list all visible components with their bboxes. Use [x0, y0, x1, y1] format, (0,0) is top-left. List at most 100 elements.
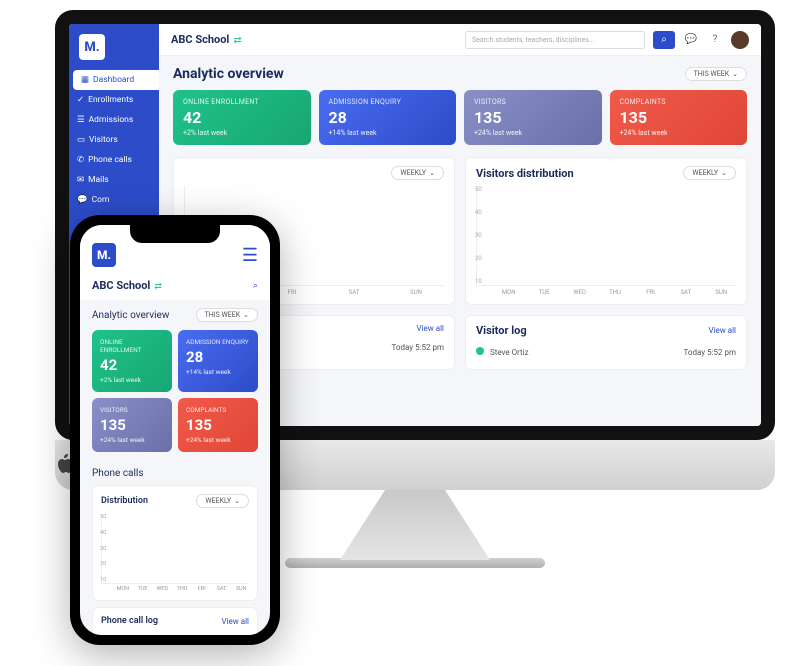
menu-button[interactable]: ☰ — [242, 245, 258, 266]
stat-card[interactable]: ADMISSION ENQUIRY 28 +14% last week — [178, 330, 258, 392]
card-value: 42 — [183, 108, 301, 127]
topbar: ABC School ⇄ Search students, teachers, d… — [159, 24, 761, 56]
chevron-down-icon: ⌄ — [721, 169, 727, 177]
status-dot — [476, 347, 484, 355]
section-title: Phone calls — [92, 468, 258, 479]
sidebar-item-mails[interactable]: ✉ Mails — [69, 170, 159, 190]
school-switcher[interactable]: ABC School ⇄ — [171, 33, 242, 46]
sidebar-item-label: Phone calls — [88, 155, 132, 165]
stat-card[interactable]: VISITORS 135 +24% last week — [92, 398, 172, 452]
x-label: THU — [174, 586, 190, 592]
x-label: SUN — [233, 586, 249, 592]
card-title: VISITORS — [100, 406, 164, 414]
chat-icon: 💬 — [77, 195, 88, 205]
visitor-name: Steve Ortiz — [490, 348, 529, 357]
chat-icon: 💬 — [685, 34, 697, 45]
x-label: SUN — [707, 289, 736, 296]
stat-cards: ONLINE ENROLLMENT 42 +2% last weekADMISS… — [92, 330, 258, 452]
card-sub: +24% last week — [474, 129, 592, 137]
stat-card[interactable]: VISITORS 135 +24% last week — [464, 90, 602, 145]
x-label: WED — [154, 586, 170, 592]
chat-button[interactable]: 💬 — [683, 32, 699, 48]
mail-icon: ✉ — [77, 175, 84, 185]
chevron-down-icon: ⌄ — [243, 311, 249, 319]
log-row[interactable]: Frank Jones Today 5:52 pm — [101, 632, 249, 635]
sidebar-item-com[interactable]: 💬Com — [69, 190, 159, 210]
panel-title: Distribution — [101, 496, 148, 506]
view-all-link[interactable]: View all — [708, 326, 736, 335]
x-label: FRI — [636, 289, 665, 296]
sidebar-item-label: Dashboard — [93, 75, 134, 85]
x-label: TUE — [135, 586, 151, 592]
search-icon: ⌕ — [253, 281, 258, 291]
list-icon: ☰ — [77, 115, 85, 125]
x-label: SAT — [326, 289, 382, 296]
chevron-down-icon: ⌄ — [234, 497, 240, 505]
sidebar-item-admissions[interactable]: ☰ Admissions — [69, 110, 159, 130]
x-label: WED — [565, 289, 594, 296]
sidebar-item-phone-calls[interactable]: ✆Phone calls — [69, 150, 159, 170]
chevron-down-icon: ⌄ — [732, 70, 738, 78]
x-label: MON — [494, 289, 523, 296]
search-input[interactable]: Search students, teachers, disciplines..… — [465, 31, 645, 49]
school-switcher[interactable]: ABC School⇄ — [92, 279, 162, 292]
view-all-link[interactable]: View all — [221, 617, 249, 626]
weekly-filter[interactable]: WEEKLY⌄ — [683, 166, 736, 180]
card-value: 28 — [329, 108, 447, 127]
stat-card[interactable]: COMPLAINTS 135 +24% last week — [178, 398, 258, 452]
stat-card[interactable]: ONLINE ENROLLMENT 42 +2% last week — [173, 90, 311, 145]
card-title: COMPLAINTS — [620, 98, 738, 106]
card-title: COMPLAINTS — [186, 406, 250, 414]
stat-card[interactable]: ONLINE ENROLLMENT 42 +2% last week — [92, 330, 172, 392]
avatar[interactable] — [731, 31, 749, 49]
weekly-filter[interactable]: WEEKLY⌄ — [391, 166, 444, 180]
hamburger-icon: ☰ — [242, 245, 258, 266]
iphone-screen: M. ☰ ABC School⇄ ⌕ Analytic overview THI… — [80, 225, 270, 635]
search-icon: ⌕ — [661, 34, 667, 45]
log-time: Today 5:52 pm — [684, 348, 736, 357]
card-sub: +2% last week — [100, 376, 164, 384]
sidebar-item-enrollments[interactable]: ✓ Enrollments — [69, 90, 159, 110]
help-icon: ? — [713, 34, 718, 45]
card-title: VISITORS — [474, 98, 592, 106]
x-label: FRI — [194, 586, 210, 592]
swap-icon: ⇄ — [233, 35, 241, 46]
search-button[interactable]: ⌕ — [253, 281, 258, 291]
view-all-link[interactable]: View all — [416, 324, 444, 333]
chevron-down-icon: ⌄ — [429, 169, 435, 177]
check-icon: ✓ — [77, 95, 84, 105]
log-row[interactable]: Steve Ortiz Today 5:52 pm — [476, 343, 736, 361]
log-time: Today 5:52 pm — [392, 343, 444, 352]
help-button[interactable]: ? — [707, 32, 723, 48]
id-icon: ▭ — [77, 135, 85, 145]
call-log-panel: Phone call log View all Frank Jones Toda… — [92, 607, 258, 635]
sidebar-item-label: Visitors — [89, 135, 118, 145]
stat-card[interactable]: COMPLAINTS 135 +24% last week — [610, 90, 748, 145]
sidebar-item-label: Admissions — [89, 115, 134, 125]
search-button[interactable]: ⌕ — [653, 31, 675, 49]
card-sub: +14% last week — [186, 368, 250, 376]
sidebar-item-label: Mails — [88, 175, 109, 185]
weekly-filter[interactable]: WEEKLY⌄ — [196, 494, 249, 508]
panel-title: Phone call log — [101, 616, 158, 626]
panel-title: Visitors distribution — [476, 167, 574, 180]
card-sub: +24% last week — [100, 436, 164, 444]
x-label: THU — [600, 289, 629, 296]
x-label: SUN — [388, 289, 444, 296]
stat-card[interactable]: ADMISSION ENQUIRY 28 +14% last week — [319, 90, 457, 145]
card-title: ADMISSION ENQUIRY — [329, 98, 447, 106]
school-name: ABC School — [171, 33, 229, 46]
period-filter[interactable]: THIS WEEK⌄ — [685, 67, 747, 81]
card-title: ONLINE ENROLLMENT — [100, 338, 164, 354]
sidebar-item-dashboard[interactable]: ▦Dashboard — [73, 70, 159, 90]
x-label: MON — [115, 586, 131, 592]
app-logo[interactable]: M. — [92, 243, 116, 267]
card-value: 28 — [186, 348, 250, 366]
card-value: 135 — [100, 416, 164, 434]
sidebar-item-visitors[interactable]: ▭ Visitors — [69, 130, 159, 150]
app-logo[interactable]: M. — [79, 34, 105, 60]
period-filter[interactable]: THIS WEEK⌄ — [196, 308, 258, 322]
sidebar-item-label: Enrollments — [88, 95, 133, 105]
card-sub: +24% last week — [620, 129, 738, 137]
card-sub: +2% last week — [183, 129, 301, 137]
